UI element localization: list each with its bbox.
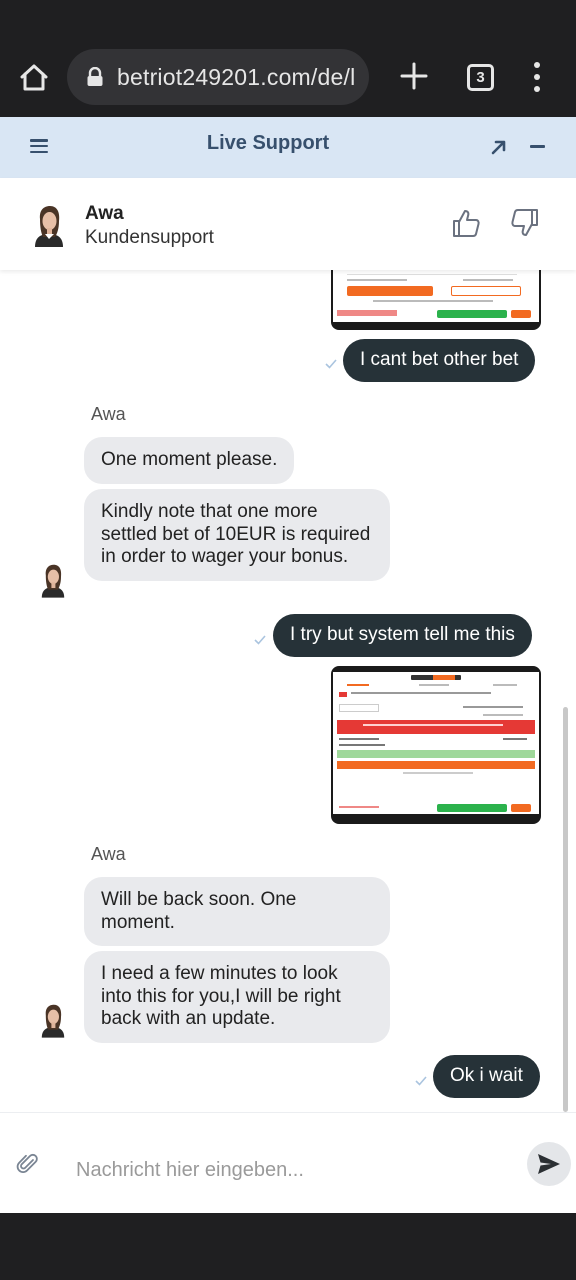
avatar <box>37 560 69 600</box>
address-bar[interactable]: betriot249201.com/de/l <box>67 49 369 105</box>
more-vert-icon[interactable] <box>526 62 548 92</box>
minimize-icon[interactable] <box>530 145 545 148</box>
agent-role: Kundensupport <box>85 227 214 248</box>
page-title: Live Support <box>206 132 330 154</box>
avatar <box>29 203 69 247</box>
scrollbar[interactable] <box>563 707 568 1112</box>
outgoing-message: I cant bet other bet <box>343 339 536 382</box>
image-attachment[interactable] <box>331 666 541 824</box>
plus-icon[interactable] <box>398 60 430 92</box>
send-icon <box>538 1154 560 1174</box>
incoming-message: One moment please. <box>84 437 295 484</box>
expand-icon[interactable] <box>489 137 509 157</box>
tabs-icon[interactable]: 3 <box>467 64 494 91</box>
outgoing-message: I try but system tell me this <box>273 614 532 657</box>
incoming-message: Kindly note that one more settled bet of… <box>84 489 390 581</box>
incoming-message: Will be back soon. One moment. <box>84 877 390 946</box>
avatar <box>37 1000 69 1040</box>
url-text: betriot249201.com/de/l <box>117 64 356 90</box>
check-icon <box>325 356 337 369</box>
send-button[interactable] <box>527 1142 571 1186</box>
system-nav-bar <box>0 1213 576 1280</box>
sender-name: Awa <box>91 404 126 424</box>
agent-name: Awa <box>85 203 124 224</box>
thumb-down-icon[interactable] <box>510 207 540 239</box>
incoming-message: I need a few minutes to look into this f… <box>84 951 390 1043</box>
check-icon <box>415 1073 427 1086</box>
lock-icon <box>86 66 104 87</box>
outgoing-message: Ok i wait <box>433 1055 540 1098</box>
message-input[interactable] <box>76 1155 506 1185</box>
check-icon <box>254 632 266 645</box>
paperclip-icon[interactable] <box>16 1152 40 1176</box>
thumb-up-icon[interactable] <box>451 207 481 239</box>
home-icon[interactable] <box>14 58 54 98</box>
tab-count: 3 <box>476 69 485 86</box>
image-attachment[interactable] <box>331 270 541 330</box>
sender-name: Awa <box>91 844 126 864</box>
